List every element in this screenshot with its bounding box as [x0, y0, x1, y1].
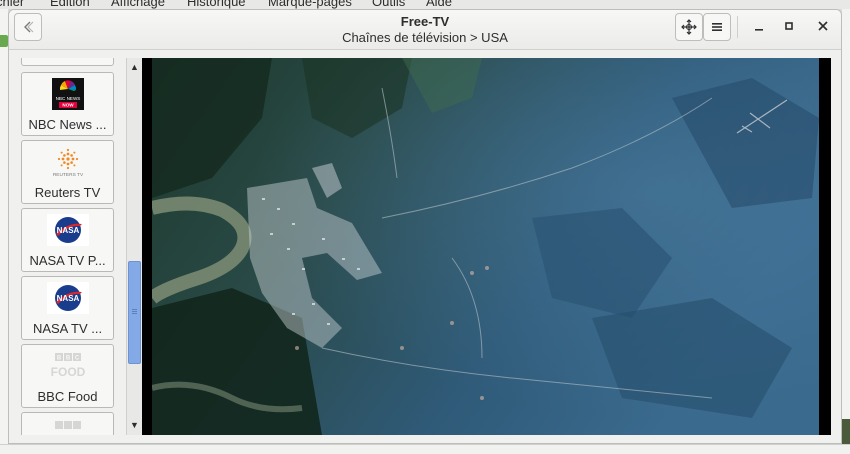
scroll-down-arrow-icon[interactable]: ▼: [127, 418, 142, 432]
bg-menu-history: Historique: [187, 0, 246, 9]
channel-name: NBC News ...: [28, 117, 107, 132]
channel-name: Reuters TV: [34, 185, 101, 200]
header-bar: Free-TV Chaînes de télévision > USA: [9, 10, 841, 50]
channel-item-nasa-tv[interactable]: NASA NASA TV ...: [21, 276, 114, 340]
titlebar-separator: [737, 16, 738, 38]
bg-menu-file: chier: [0, 0, 25, 9]
minimize-button[interactable]: [747, 14, 771, 38]
minimize-icon: [755, 29, 763, 31]
background-right-edge: [842, 9, 850, 444]
video-frame-aerial-landscape: [152, 58, 819, 435]
bbc-logo: [47, 418, 89, 435]
nasa-logo-text: NASA: [56, 226, 79, 235]
nbc-now-text: NOW: [62, 103, 74, 108]
bg-menu-tools: Outils: [372, 0, 406, 9]
menu-button[interactable]: [703, 13, 731, 41]
nasa-logo: NASA: [46, 282, 89, 319]
nasa-logo: NASA: [46, 214, 89, 251]
reuters-logo: REUTERS TV: [47, 146, 89, 183]
channel-item-partial-top[interactable]: [21, 58, 114, 66]
channel-name: BBC Food: [37, 389, 98, 404]
channel-list-scrollbar[interactable]: ▲ ▼: [126, 58, 142, 435]
reuters-logo-text: REUTERS TV: [52, 172, 83, 178]
bg-menu-view: Affichage: [111, 0, 165, 9]
bbc-letter: B: [65, 356, 70, 362]
bbc-food-logo: B B C FOOD: [47, 350, 89, 387]
channel-item-nasa-tv-public[interactable]: NASA NASA TV P...: [21, 208, 114, 272]
channel-name: NASA TV ...: [32, 321, 103, 336]
bg-menu-help: Aide: [426, 0, 453, 9]
partial-logo-icon: [50, 58, 86, 65]
free-tv-window: Free-TV Chaînes de télévision > USA NBC …: [8, 9, 842, 444]
channel-item-partial-bottom[interactable]: [21, 412, 114, 435]
fullscreen-button[interactable]: [675, 13, 703, 41]
background-menubar: chier Édition Affichage Historique Marqu…: [0, 0, 850, 9]
channel-item-reuters-tv[interactable]: REUTERS TV Reuters TV: [21, 140, 114, 204]
maximize-icon: [785, 22, 793, 30]
bbc-letter: C: [74, 356, 79, 362]
channel-list: NBC NEWS NOW NBC News ... REUTERS TV Reu…: [21, 58, 114, 435]
channel-item-nbc-news[interactable]: NBC NEWS NOW NBC News ...: [21, 72, 114, 136]
close-icon: [818, 21, 828, 31]
food-logo-text: FOOD: [50, 365, 85, 379]
move-arrows-icon: [681, 19, 697, 35]
channel-item-bbc-food[interactable]: B B C FOOD BBC Food: [21, 344, 114, 408]
scrollbar-thumb[interactable]: [128, 261, 141, 364]
nbc-news-now-logo: NBC NEWS NOW: [51, 78, 84, 115]
bbc-letter: B: [56, 356, 61, 362]
background-left-edge: [0, 9, 8, 444]
bg-menu-bookmarks: Marque-pages: [268, 0, 352, 9]
nasa-logo-text: NASA: [56, 294, 79, 303]
channel-name: NASA TV P...: [29, 253, 106, 268]
background-bottom-edge: [0, 444, 850, 454]
maximize-button[interactable]: [777, 14, 801, 38]
bg-menu-edit: Édition: [50, 0, 90, 9]
close-button[interactable]: [811, 14, 835, 38]
channel-sidebar: NBC NEWS NOW NBC News ... REUTERS TV Reu…: [9, 58, 142, 435]
scroll-up-arrow-icon[interactable]: ▲: [127, 60, 142, 74]
hamburger-icon: [712, 23, 722, 31]
nbc-logo-text: NBC NEWS: [55, 96, 80, 101]
video-player[interactable]: [142, 58, 831, 435]
